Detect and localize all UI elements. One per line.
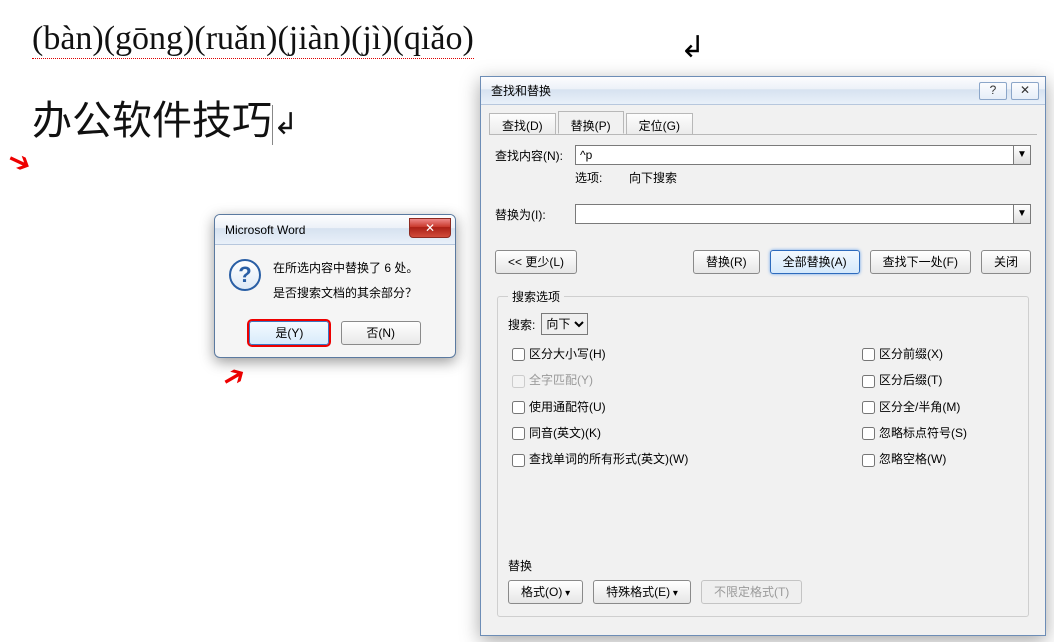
format-button[interactable]: 格式(O) <box>508 580 583 604</box>
question-icon: ? <box>229 259 261 291</box>
chk-suffix[interactable]: 区分后缀(T) <box>858 371 1018 390</box>
close-fr-button[interactable]: 关闭 <box>981 250 1031 274</box>
yes-button[interactable]: 是(Y) <box>249 321 329 345</box>
search-options-fieldset: 搜索选项 搜索: 向下 区分大小写(H) 全字匹配(Y) 使用通配符(U) 同音… <box>497 288 1029 617</box>
replace-group-label: 替换 <box>508 557 1018 574</box>
find-replace-dialog: 查找和替换 ? ✕ 查找(D) 替换(P) 定位(G) 查找内容(N): ▼ 选… <box>480 76 1046 636</box>
close-button[interactable]: ✕ <box>1011 82 1039 100</box>
search-direction-select[interactable]: 向下 <box>541 313 588 335</box>
alert-title-text: Microsoft Word <box>225 223 305 237</box>
chk-whole-word: 全字匹配(Y) <box>508 371 858 390</box>
pinyin-caret: ↲ <box>680 30 705 65</box>
replace-label: 替换为(I): <box>495 206 575 223</box>
find-next-button[interactable]: 查找下一处(F) <box>870 250 971 274</box>
no-button[interactable]: 否(N) <box>341 321 421 345</box>
search-options-legend: 搜索选项 <box>508 288 564 305</box>
alert-message-2: 是否搜索文档的其余部分？ <box>273 284 418 301</box>
special-format-button[interactable]: 特殊格式(E) <box>593 580 691 604</box>
fr-titlebar[interactable]: 查找和替换 ? ✕ <box>481 77 1045 105</box>
annotation-arrow-icon: ➔ <box>215 356 252 396</box>
document-hanzi: 办公软件技巧↲ <box>32 88 298 146</box>
chk-match-case[interactable]: 区分大小写(H) <box>508 345 858 364</box>
tab-find[interactable]: 查找(D) <box>489 113 556 134</box>
find-label: 查找内容(N): <box>495 147 575 164</box>
document-pinyin: (bàn)(gōng)(ruǎn)(jiàn)(jì)(qiǎo) <box>32 20 474 59</box>
chk-word-forms[interactable]: 查找单词的所有形式(英文)(W) <box>508 450 858 469</box>
help-button[interactable]: ? <box>979 82 1007 100</box>
search-direction-label: 搜索: <box>508 316 535 333</box>
alert-close-button[interactable]: ✕ <box>409 218 451 238</box>
replace-all-button[interactable]: 全部替换(A) <box>770 250 860 274</box>
replace-dropdown[interactable]: ▼ <box>1014 204 1031 224</box>
no-format-button: 不限定格式(T) <box>701 580 802 604</box>
replace-input[interactable] <box>575 204 1014 224</box>
tab-goto[interactable]: 定位(G) <box>626 113 693 134</box>
chk-sounds-like[interactable]: 同音(英文)(K) <box>508 424 858 443</box>
alert-message-1: 在所选内容中替换了 6 处。 <box>273 259 418 276</box>
tab-replace[interactable]: 替换(P) <box>558 111 624 134</box>
options-label: 选项: <box>575 171 602 185</box>
replace-button[interactable]: 替换(R) <box>693 250 760 274</box>
find-dropdown[interactable]: ▼ <box>1014 145 1031 165</box>
alert-titlebar[interactable]: Microsoft Word ✕ <box>215 215 455 245</box>
chk-ignore-punct[interactable]: 忽略标点符号(S) <box>858 424 1018 443</box>
annotation-arrow-icon: ➔ <box>2 142 37 182</box>
chk-wildcards[interactable]: 使用通配符(U) <box>508 398 858 417</box>
chk-prefix[interactable]: 区分前缀(X) <box>858 345 1018 364</box>
alert-dialog: Microsoft Word ✕ ? 在所选内容中替换了 6 处。 是否搜索文档… <box>214 214 456 358</box>
options-value: 向下搜索 <box>629 171 677 185</box>
less-button[interactable]: << 更少(L) <box>495 250 577 274</box>
fr-title-text: 查找和替换 <box>491 82 551 99</box>
chk-full-half[interactable]: 区分全/半角(M) <box>858 398 1018 417</box>
find-input[interactable] <box>575 145 1014 165</box>
fr-tabs: 查找(D) 替换(P) 定位(G) <box>489 111 1037 135</box>
chk-ignore-space[interactable]: 忽略空格(W) <box>858 450 1018 469</box>
